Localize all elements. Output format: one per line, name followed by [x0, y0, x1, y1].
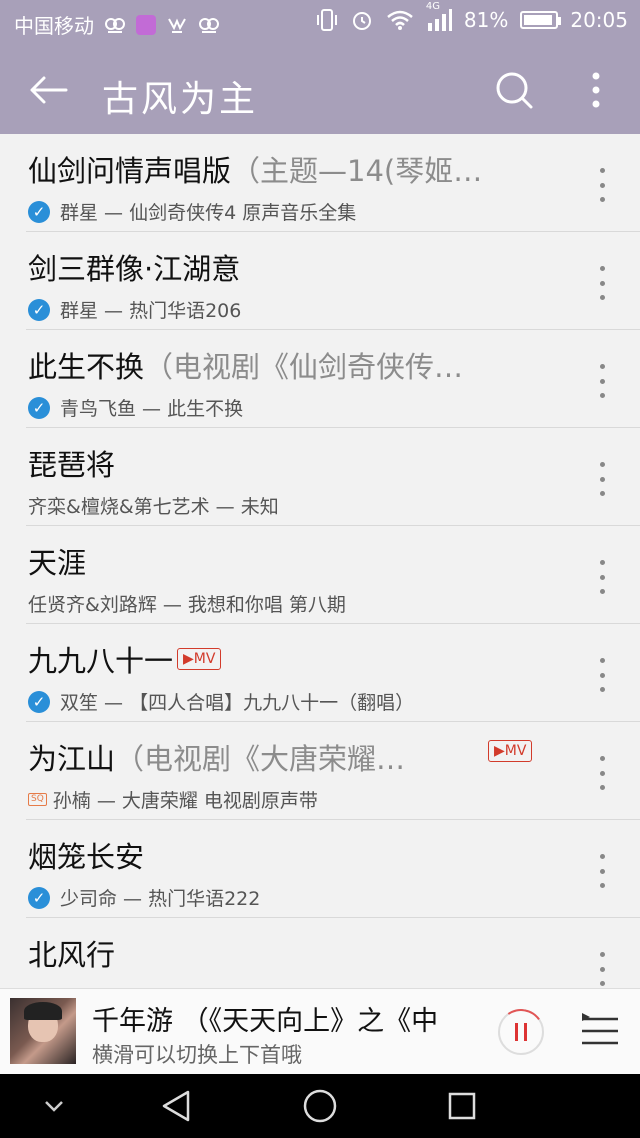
more-vertical-icon	[592, 72, 600, 108]
song-meta: ✓ 群星 — 热门华语206	[28, 296, 588, 323]
album-art[interactable]	[10, 998, 76, 1064]
playlist-button[interactable]	[580, 1011, 620, 1051]
song-meta: ✓ 青鸟飞鱼 — 此生不换	[28, 394, 588, 421]
verified-icon: ✓	[28, 886, 50, 909]
song-meta: ✓ 群星 — 仙剑奇侠传4 原声音乐全集	[28, 198, 588, 225]
gallery-notification-icon	[136, 14, 156, 35]
song-list: 仙剑问情声唱版（主题—14(琴姬… ✓ 群星 — 仙剑奇侠传4 原声音乐全集 剑三…	[0, 134, 640, 988]
status-bar: 中国移动 4G 81% 20:05	[0, 0, 640, 44]
hide-nav-button[interactable]	[34, 1086, 74, 1126]
mv-badge[interactable]: ▶MV	[177, 648, 222, 670]
battery-percent: 81%	[463, 8, 509, 32]
back-triangle-icon	[162, 1090, 190, 1122]
app-header: 古风为主	[0, 44, 640, 134]
song-row[interactable]: 为江山（电视剧《大唐荣耀… ▶MV SQ 孙楠 — 大唐荣耀 电视剧原声带	[26, 722, 640, 820]
song-row[interactable]: 天涯 任贤齐&刘路辉 — 我想和你唱 第八期	[26, 526, 640, 624]
recents-square-icon	[448, 1092, 476, 1120]
song-meta: 齐栾&檀烧&第七艺术 — 未知	[28, 496, 279, 518]
song-more-button[interactable]	[594, 560, 610, 594]
song-title: 仙剑问情声唱版（主题—14(琴姬…	[28, 154, 483, 188]
song-row[interactable]: 烟笼长安 ✓ 少司命 — 热门华语222	[26, 820, 640, 918]
song-row[interactable]: 此生不换（电视剧《仙剑奇侠传… ✓ 青鸟飞鱼 — 此生不换	[26, 330, 640, 428]
back-button[interactable]	[24, 66, 72, 114]
system-nav-bar	[0, 1074, 640, 1138]
playlist-icon	[582, 1013, 618, 1045]
song-row[interactable]: 琵琶将 齐栾&檀烧&第七艺术 — 未知	[26, 428, 640, 526]
song-meta: ✓ 双笙 — 【四人合唱】九九八十一（翻唱）	[28, 688, 588, 715]
back-arrow-icon	[30, 76, 68, 104]
song-row[interactable]: 北风行	[26, 918, 640, 988]
song-title: 此生不换（电视剧《仙剑奇侠传…	[28, 350, 464, 384]
song-more-button[interactable]	[594, 168, 610, 202]
sq-quality-badge: SQ	[28, 793, 47, 806]
nav-home-button[interactable]	[300, 1086, 340, 1126]
app-notification-icon	[168, 17, 186, 33]
more-options-button[interactable]	[580, 66, 612, 114]
nav-back-button[interactable]	[156, 1086, 196, 1126]
search-icon	[496, 72, 533, 109]
song-title: 烟笼长安	[28, 840, 145, 874]
nav-recents-button[interactable]	[442, 1086, 482, 1126]
carrier-label: 中国移动	[14, 14, 94, 38]
song-more-button[interactable]	[594, 952, 610, 986]
wifi-icon	[387, 10, 413, 30]
vibrate-icon	[316, 9, 337, 31]
song-title: 天涯	[28, 546, 87, 580]
song-row[interactable]: 仙剑问情声唱版（主题—14(琴姬… ✓ 群星 — 仙剑奇侠传4 原声音乐全集	[26, 134, 640, 232]
verified-icon: ✓	[28, 690, 50, 713]
swipe-hint: 横滑可以切换上下首哦	[92, 1043, 302, 1067]
pause-button[interactable]	[494, 1005, 548, 1059]
app-notification-icon	[105, 17, 125, 33]
song-more-button[interactable]	[594, 854, 610, 888]
song-title: 剑三群像·江湖意	[28, 252, 241, 286]
search-button[interactable]	[490, 66, 538, 114]
song-meta: ✓ 少司命 — 热门华语222	[28, 884, 588, 911]
song-title: 为江山（电视剧《大唐荣耀…	[28, 742, 406, 776]
mini-player[interactable]: 千年游 （《天天向上》之《中 横滑可以切换上下首哦	[0, 988, 640, 1074]
home-circle-icon	[303, 1089, 337, 1123]
song-more-button[interactable]	[594, 266, 610, 300]
now-playing-title: 千年游 （《天天向上》之《中	[92, 1006, 439, 1037]
mv-badge[interactable]: ▶MV	[488, 740, 533, 762]
song-meta: SQ 孙楠 — 大唐荣耀 电视剧原声带	[28, 786, 588, 813]
network-type-label: 4G	[425, 1, 441, 12]
verified-icon: ✓	[28, 396, 50, 419]
chevron-down-icon	[45, 1101, 63, 1112]
clock: 20:05	[570, 8, 628, 32]
song-more-button[interactable]	[594, 462, 610, 496]
verified-icon: ✓	[28, 200, 50, 223]
song-more-button[interactable]	[594, 364, 610, 398]
battery-icon	[520, 11, 562, 29]
song-more-button[interactable]	[594, 756, 610, 790]
app-notification-icon	[199, 17, 219, 33]
song-row[interactable]: 九九八十一 ▶MV ✓ 双笙 — 【四人合唱】九九八十一（翻唱）	[26, 624, 640, 722]
song-title: 九九八十一 ▶MV	[28, 638, 548, 680]
page-title: 古风为主	[102, 79, 259, 120]
song-meta: 任贤齐&刘路辉 — 我想和你唱 第八期	[28, 594, 346, 616]
song-title: 琵琶将	[28, 448, 116, 482]
song-title: 北风行	[28, 938, 116, 972]
verified-icon: ✓	[28, 298, 50, 321]
song-row[interactable]: 剑三群像·江湖意 ✓ 群星 — 热门华语206	[26, 232, 640, 330]
song-more-button[interactable]	[594, 658, 610, 692]
alarm-icon	[352, 12, 371, 30]
signal-icon	[427, 9, 452, 31]
